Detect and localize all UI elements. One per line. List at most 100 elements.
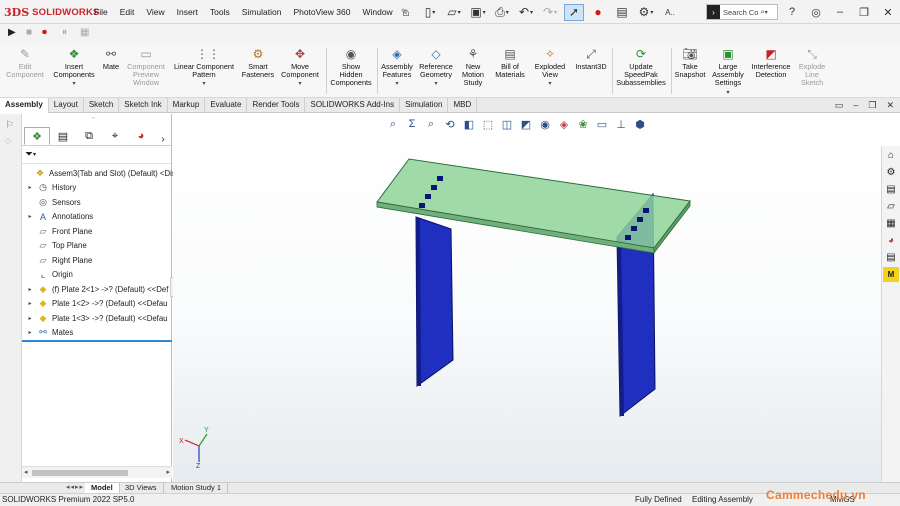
user-icon[interactable]: ◎ [804,6,828,19]
file-explorer-icon[interactable]: ▱ [883,199,899,214]
expand-arrow-icon[interactable]: ▸ [25,286,35,293]
doc-restore-button[interactable]: ❐ [868,100,876,111]
tree-item[interactable]: ▸ ◆ Plate 1<2> ->? (Default) <<Defau [25,297,167,311]
edit-component-button[interactable]: ✎ Edit Component [4,46,46,96]
custom-properties-icon[interactable]: ▤ [883,250,899,265]
redo-icon[interactable]: ↷ ▾ [540,4,560,21]
exploded-view-button[interactable]: ✧ Exploded View ▾ [531,46,569,96]
appearances-icon[interactable]: ◕ [883,233,899,248]
tree-item[interactable]: ▱ Top Plane [25,239,87,253]
smart-fasteners-button[interactable]: ⚙ Smart Fasteners [240,46,276,96]
menu-file[interactable]: File [88,7,114,17]
update-speedpak-button[interactable]: ⟳ Update SpeedPak Subassemblies [614,46,668,96]
zoom-to-fit-icon[interactable]: ⌕ [386,117,400,131]
property-manager-tab[interactable]: ▤ [50,127,76,145]
restore-button[interactable]: ❐ [852,6,876,19]
chevron-down-icon[interactable]: ▾ [33,151,36,158]
expand-arrow-icon[interactable]: ▸ [25,300,35,307]
doc-close-button[interactable]: ✕ [886,100,894,111]
display-style-icon[interactable]: ◩ [519,117,533,131]
assembly-features-button[interactable]: ◈ Assembly Features ▾ [379,46,415,96]
print-icon[interactable]: ⎙ ▾ [492,4,512,21]
tree-item[interactable]: ▸ ◆ Plate 1<3> ->? (Default) <<Defau [25,311,167,325]
play-icon[interactable]: ▶ [8,27,16,38]
tab-simulation[interactable]: Simulation [400,98,449,113]
tree-item[interactable]: ▸ ⚯ Mates [25,326,73,340]
minimize-button[interactable]: – [828,6,852,18]
new-file-icon[interactable]: ▯ ▾ [420,4,440,21]
hide-show-items-icon[interactable]: ◉ [538,117,552,131]
dimxpert-tab[interactable]: ⌖ [102,127,128,145]
configuration-manager-tab[interactable]: ⧉ [76,127,102,145]
chevron-down-icon[interactable]: ▾ [726,89,729,96]
tab-assembly[interactable]: Assembly [0,98,49,113]
design-library-icon[interactable]: ▤ [883,182,899,197]
file-properties-icon[interactable]: ▤ [612,4,632,21]
display-manager-tab[interactable]: ◕ [128,127,154,145]
explode-line-sketch-button[interactable]: ⤡ Explode Line Sketch [795,46,829,96]
feature-tree-tab[interactable]: ❖ [24,127,50,145]
menu-window[interactable]: Window [356,7,398,17]
expand-arrow-icon[interactable]: ▸ [25,184,35,191]
scroll-right-icon[interactable]: ▸ [166,468,170,476]
search-commands[interactable]: › Search Co ⌕ ▾ [706,4,778,20]
options-icon[interactable]: ⚙ ▾ [636,4,656,21]
tab-markup[interactable]: Markup [168,98,206,113]
traffic-light-icon[interactable]: ● [588,4,608,21]
chevron-down-icon[interactable]: ▾ [434,80,437,87]
menu-view[interactable]: View [140,7,170,17]
chevron-down-icon[interactable]: ▾ [72,80,75,87]
scroll-left-icon[interactable]: ◂ [24,468,28,476]
interference-detection-button[interactable]: ◩ Interference Detection [749,46,793,96]
3d-box-icon[interactable]: ⬢ [633,117,647,131]
tree-item[interactable]: ▱ Right Plane [25,253,93,267]
expand-arrow-icon[interactable]: ▸ [25,329,35,336]
move-component-button[interactable]: ✥ Move Component ▾ [278,46,322,96]
menu-simulation[interactable]: Simulation [236,7,288,17]
chevron-down-icon[interactable]: ▾ [765,9,768,16]
apply-scene-icon[interactable]: ❀ [576,117,590,131]
solidworks-logo[interactable]: 3DS SOLIDWORKS [4,4,100,20]
insert-components-button[interactable]: ❖ Insert Components ▾ [50,46,98,96]
mycad-icon[interactable]: M [883,267,899,282]
filter-icon[interactable]: ⏷ [25,149,33,160]
chevron-down-icon[interactable]: ▾ [202,80,205,87]
expand-arrow-icon[interactable]: ▸ [25,315,35,322]
sigma-icon[interactable]: Σ [405,117,419,131]
menu-tools[interactable]: Tools [204,7,236,17]
edit-macro-icon[interactable]: ▦ [80,27,89,38]
chevron-right-icon[interactable]: › [156,134,170,145]
dynamic-annotation-icon[interactable]: ⬚ [481,117,495,131]
open-file-icon[interactable]: ▱ ▾ [444,4,464,21]
record-icon[interactable]: ⏺ [42,27,47,38]
plate-leg-left[interactable] [415,216,454,387]
tab-sketch-ink[interactable]: Sketch Ink [119,98,168,113]
sensor-icon[interactable]: ◌ [5,136,11,147]
tree-item[interactable]: ❖ Assem3(Tab and Slot) (Default) <Displ [22,166,182,180]
resources-icon[interactable]: ⚙ [883,165,899,180]
home-icon[interactable]: ⌂ [396,4,416,21]
scrollbar-thumb[interactable] [32,470,128,476]
search-input[interactable]: Search Co [723,8,758,17]
menu-edit[interactable]: Edit [114,7,141,17]
panel-grip[interactable]: ◦ [92,115,94,122]
tab-navigation-arrows[interactable]: ◂◂▸▸ [66,483,84,491]
view-settings-icon[interactable]: ▭ [595,117,609,131]
zoom-area-icon[interactable]: ⌕ [424,117,438,131]
large-assembly-settings-button[interactable]: ▣ Large Assembly Settings ▾ [709,46,747,96]
take-snapshot-button[interactable]: 📷︎ Take Snapshot [673,46,707,96]
tab-mbd[interactable]: MBD [448,98,478,113]
window-tile-icon[interactable]: ▭ [835,100,844,111]
select-icon[interactable]: ➚ [564,3,584,21]
toolbar-overflow[interactable]: A.. [660,4,680,21]
tree-item[interactable]: ▸ A Annotations [25,210,93,224]
stop-icon[interactable]: ■ [26,27,32,38]
tree-item[interactable]: ▸ ◷ History [25,181,76,195]
tab-layout[interactable]: Layout [49,98,84,113]
pause-icon[interactable]: ⏸ [62,27,67,38]
model-3d-view[interactable]: X Y Z [173,114,881,482]
tree-horizontal-scrollbar[interactable]: ◂ ▸ [22,466,172,478]
menu-photoview[interactable]: PhotoView 360 [287,7,356,17]
tab-render-tools[interactable]: Render Tools [247,98,306,113]
tab-solidworks-addins[interactable]: SOLIDWORKS Add-Ins [305,98,401,113]
